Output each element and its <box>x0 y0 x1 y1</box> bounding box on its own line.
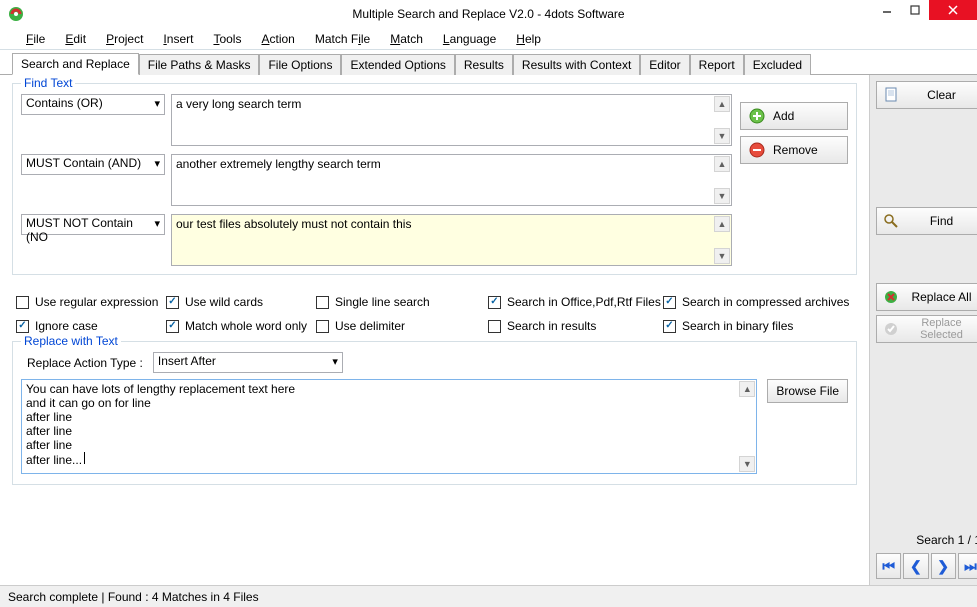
status-bar: Search complete | Found : 4 Matches in 4… <box>0 585 977 607</box>
replace-all-button[interactable]: Replace All <box>876 283 977 311</box>
left-pane: Find Text Contains (OR) a very long sear… <box>0 75 869 585</box>
chk-compressed[interactable]: ✓Search in compressed archives <box>663 293 853 311</box>
nav-prev-button[interactable]: ❮ <box>903 553 928 579</box>
menu-action[interactable]: Action <box>253 30 302 48</box>
replace-action-label: Replace Action Type : <box>27 356 143 370</box>
tab-results[interactable]: Results <box>455 54 513 75</box>
remove-button[interactable]: Remove <box>740 136 848 164</box>
menu-tools[interactable]: Tools <box>205 30 249 48</box>
nav-last-button[interactable]: ⏭ <box>958 553 977 579</box>
tab-report[interactable]: Report <box>690 54 744 75</box>
tab-results-context[interactable]: Results with Context <box>513 54 640 75</box>
chk-whole-word[interactable]: ✓Match whole word only <box>166 317 316 335</box>
add-button[interactable]: Add <box>740 102 848 130</box>
find-text-2[interactable]: our test files absolutely must not conta… <box>171 214 732 266</box>
find-mode-2[interactable]: MUST NOT Contain (NO <box>21 214 165 235</box>
chk-wildcards[interactable]: ✓Use wild cards <box>166 293 316 311</box>
menu-help[interactable]: Help <box>508 30 549 48</box>
chk-regex[interactable]: Use regular expression <box>16 293 166 311</box>
scroll-down-icon[interactable]: ▼ <box>714 128 730 144</box>
maximize-button[interactable] <box>901 0 929 20</box>
close-button[interactable] <box>929 0 977 20</box>
app-icon <box>8 6 24 22</box>
scroll-up-icon[interactable]: ▲ <box>714 96 730 112</box>
tab-excluded[interactable]: Excluded <box>744 54 811 75</box>
add-icon <box>749 108 765 124</box>
tab-editor[interactable]: Editor <box>640 54 689 75</box>
tab-strip: Search and Replace File Paths & Masks Fi… <box>0 52 977 75</box>
window-title: Multiple Search and Replace V2.0 - 4dots… <box>0 7 977 21</box>
menu-bar: Filedocument.currentScript.previousEleme… <box>0 28 977 50</box>
search-count: Search 1 / 1 <box>876 533 977 547</box>
chk-ignore-case[interactable]: ✓Ignore case <box>16 317 166 335</box>
find-button[interactable]: Find <box>876 207 977 235</box>
replace-all-icon <box>883 289 899 305</box>
menu-project[interactable]: Project <box>98 30 151 48</box>
menu-language[interactable]: Language <box>435 30 504 48</box>
chk-delimiter[interactable]: Use delimiter <box>316 317 488 335</box>
find-text-1[interactable]: another extremely lengthy search term ▲ … <box>171 154 732 206</box>
replace-legend: Replace with Text <box>21 334 121 348</box>
find-mode-0[interactable]: Contains (OR) <box>21 94 165 115</box>
nav-buttons: ⏮ ❮ ❯ ⏭ <box>876 553 977 579</box>
scroll-down-icon[interactable]: ▼ <box>739 456 755 472</box>
title-bar: Multiple Search and Replace V2.0 - 4dots… <box>0 0 977 28</box>
chk-office[interactable]: ✓Search in Office,Pdf,Rtf Files <box>488 293 663 311</box>
search-icon <box>883 213 899 229</box>
replace-selected-button[interactable]: Replace Selected <box>876 315 977 343</box>
find-mode-1[interactable]: MUST Contain (AND) <box>21 154 165 175</box>
clear-button[interactable]: Clear <box>876 81 977 109</box>
menu-match[interactable]: Match <box>382 30 431 48</box>
status-text: Search complete | Found : 4 Matches in 4… <box>8 590 259 604</box>
tab-search-replace[interactable]: Search and Replace <box>12 53 139 75</box>
tab-file-paths[interactable]: File Paths & Masks <box>139 54 260 75</box>
minimize-button[interactable] <box>873 0 901 20</box>
find-text-legend: Find Text <box>21 76 75 90</box>
tab-extended[interactable]: Extended Options <box>341 54 454 75</box>
chk-single-line[interactable]: Single line search <box>316 293 488 311</box>
scroll-up-icon[interactable]: ▲ <box>739 381 755 397</box>
chk-binary[interactable]: ✓Search in binary files <box>663 317 853 335</box>
replace-textarea[interactable]: You can have lots of lengthy replacement… <box>21 379 757 474</box>
menu-match-file[interactable]: Match File <box>307 30 378 48</box>
menu-insert[interactable]: Insert <box>155 30 201 48</box>
menu-file[interactable]: Filedocument.currentScript.previousEleme… <box>18 30 53 48</box>
chk-in-results[interactable]: Search in results <box>488 317 663 335</box>
nav-first-button[interactable]: ⏮ <box>876 553 901 579</box>
tab-file-options[interactable]: File Options <box>259 54 341 75</box>
check-icon <box>883 321 899 337</box>
scroll-up-icon[interactable]: ▲ <box>714 156 730 172</box>
page-icon <box>883 87 899 103</box>
find-text-0[interactable]: a very long search term ▲ ▼ <box>171 94 732 146</box>
remove-icon <box>749 142 765 158</box>
browse-file-button[interactable]: Browse File <box>767 379 848 403</box>
right-pane: Clear Find Replace All Replace Selected … <box>869 75 977 585</box>
options-row: Use regular expression ✓Ignore case ✓Use… <box>16 293 853 335</box>
replace-group: Replace with Text Replace Action Type : … <box>12 341 857 485</box>
replace-action-combo[interactable]: Insert After <box>153 352 343 373</box>
scroll-down-icon[interactable]: ▼ <box>714 188 730 204</box>
find-text-group: Find Text Contains (OR) a very long sear… <box>12 83 857 275</box>
nav-next-button[interactable]: ❯ <box>931 553 956 579</box>
menu-edit[interactable]: Edit <box>57 30 94 48</box>
scroll-up-icon[interactable]: ▲ <box>714 216 730 232</box>
scroll-down-icon[interactable]: ▼ <box>714 248 730 264</box>
